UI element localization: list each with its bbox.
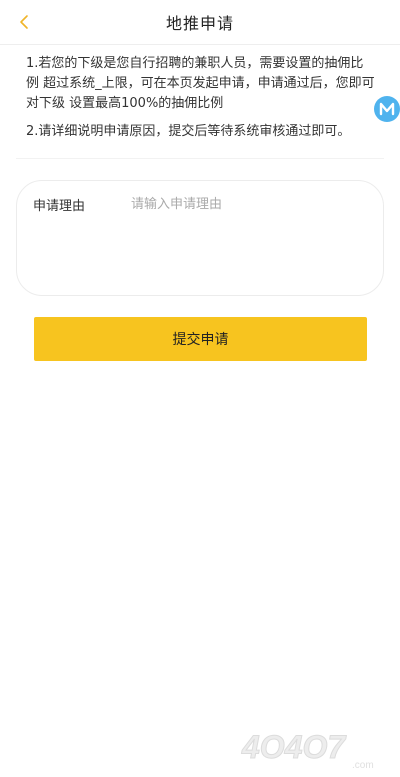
watermark-logo: 4O4O7 .com <box>241 729 374 772</box>
m-logo-icon <box>379 102 395 116</box>
reason-form-card: 申请理由 <box>16 180 384 296</box>
header-bar: 地推申请 <box>0 0 400 45</box>
chevron-left-icon <box>20 15 28 29</box>
reason-label: 申请理由 <box>33 199 86 214</box>
floating-assistant-button[interactable] <box>374 96 400 122</box>
note-item-2: 2.请详细说明申请原因，提交后等待系统审核通过即可。 <box>26 124 351 139</box>
page: 地推申请 1.若您的下级是您自行招聘的兼职人员，需要设置的抽佣比例 超过系统_上… <box>0 0 400 777</box>
page-title: 地推申请 <box>165 14 234 33</box>
note-item-1: 1.若您的下级是您自行招聘的兼职人员，需要设置的抽佣比例 超过系统_上限，可在本… <box>26 56 375 111</box>
watermark-suffix: .com <box>352 760 374 771</box>
watermark-text: 4O4O7 <box>241 729 347 765</box>
submit-application-button[interactable]: 提交申请 <box>34 317 367 361</box>
notes-divider <box>16 158 384 159</box>
application-notes: 1.若您的下级是您自行招聘的兼职人员，需要设置的抽佣比例 超过系统_上限，可在本… <box>26 54 376 150</box>
reason-input[interactable] <box>131 191 367 285</box>
back-button[interactable] <box>12 10 36 34</box>
